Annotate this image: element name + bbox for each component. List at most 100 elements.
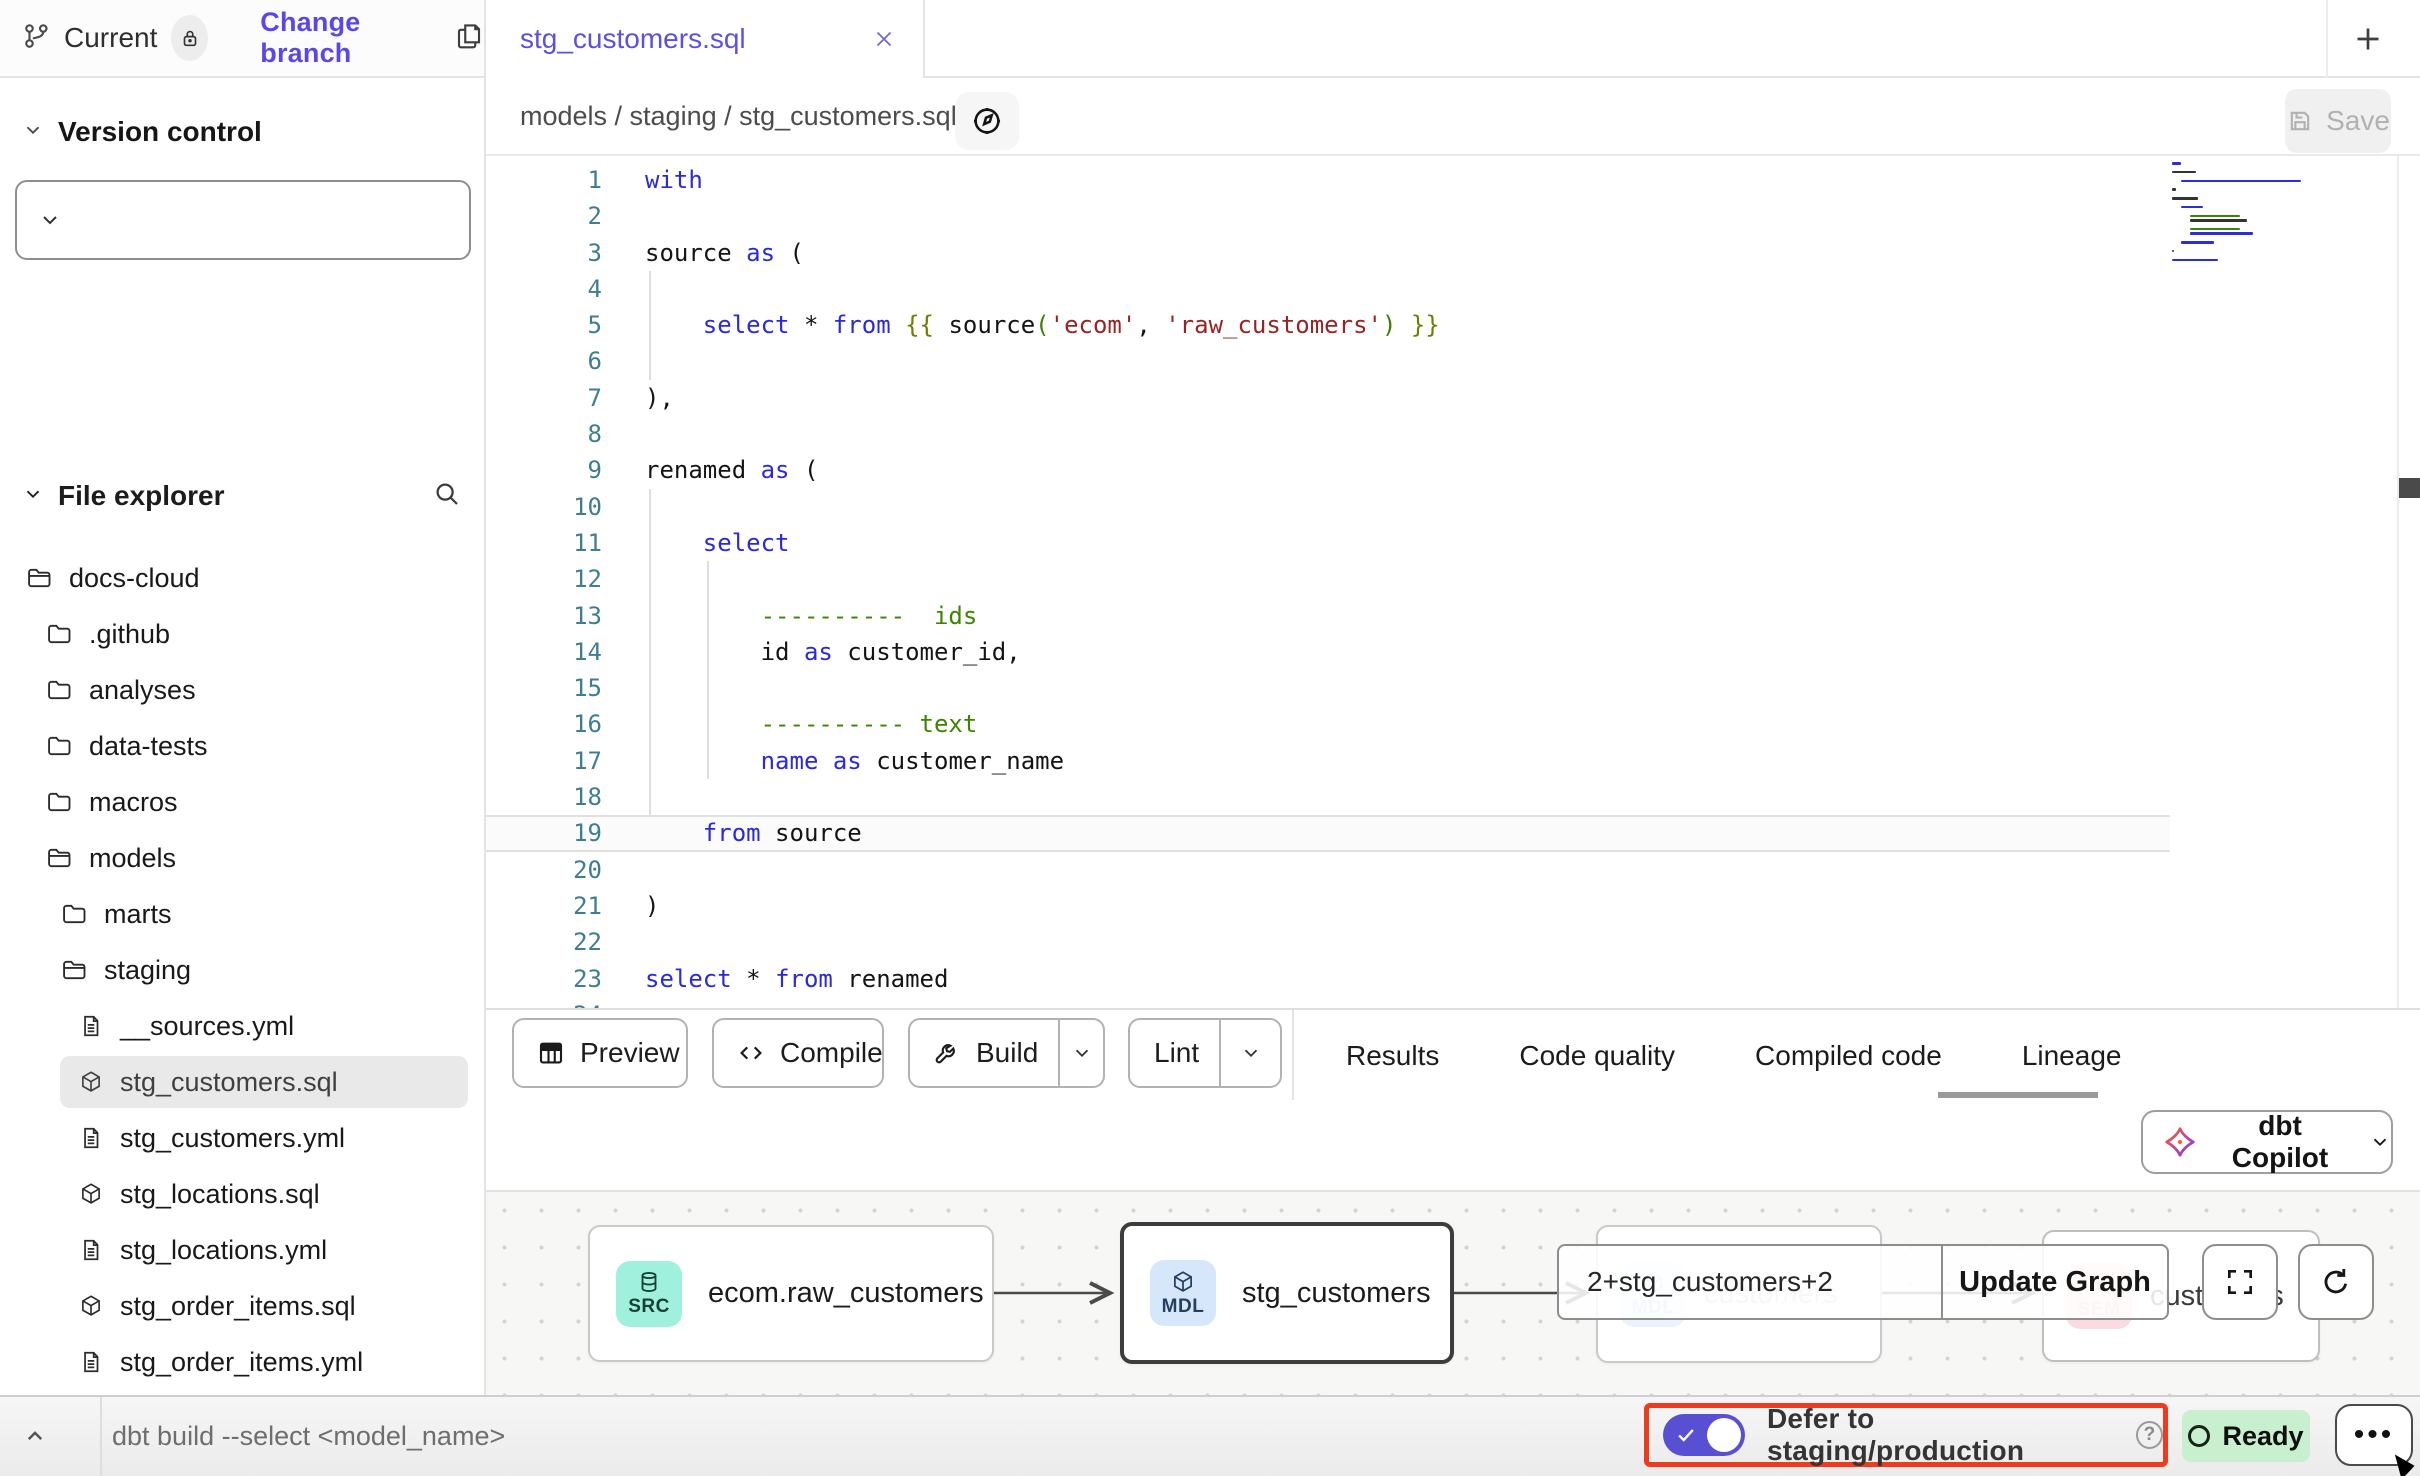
code-line-24[interactable]: 24 xyxy=(486,997,2170,1008)
change-branch-link[interactable]: Change branch xyxy=(260,7,420,69)
code-editor[interactable]: 1with23source as (45 select * from {{ so… xyxy=(486,156,2420,1008)
file-item-docs-cloud[interactable]: docs-cloud xyxy=(0,550,484,606)
code-line-2[interactable]: 2 xyxy=(486,198,2170,234)
code-line-6[interactable]: 6 xyxy=(486,343,2170,379)
lint-button[interactable]: Lint xyxy=(1128,1018,1282,1088)
close-tab-icon[interactable] xyxy=(871,26,897,52)
file-item-macros[interactable]: macros xyxy=(0,774,484,830)
tab-stg-customers-sql[interactable]: stg_customers.sql xyxy=(486,0,925,78)
file-item-stg-customers-yml[interactable]: stg_customers.yml xyxy=(0,1110,484,1166)
code-line-22[interactable]: 22 xyxy=(486,924,2170,960)
search-icon[interactable] xyxy=(432,479,462,514)
file-item-staging[interactable]: staging xyxy=(0,942,484,998)
file-item-analyses[interactable]: analyses xyxy=(0,662,484,718)
save-label: Save xyxy=(2326,105,2390,137)
code-line-21[interactable]: 21) xyxy=(486,888,2170,924)
minimap-line xyxy=(2181,241,2214,244)
code-line-16[interactable]: 16 ---------- text xyxy=(486,706,2170,742)
code-line-5[interactable]: 5 select * from {{ source('ecom', 'raw_c… xyxy=(486,307,2170,343)
code-line-23[interactable]: 23select * from renamed xyxy=(486,961,2170,997)
create-branch-dropdown[interactable] xyxy=(17,182,83,258)
editor-toolbar: Preview Compile Build Lint xyxy=(486,1008,2420,1100)
code-line-11[interactable]: 11 select xyxy=(486,525,2170,561)
lineage-node-stg-customers[interactable]: MDL stg_customers xyxy=(1120,1222,1454,1364)
indent-guide xyxy=(649,271,651,380)
build-label: Build xyxy=(976,1037,1038,1069)
file-item-label: analyses xyxy=(89,675,196,706)
build-dropdown[interactable] xyxy=(1058,1020,1103,1086)
line-source: with xyxy=(645,162,703,198)
editor-scrollbar[interactable] xyxy=(2397,156,2420,1008)
line-number: 14 xyxy=(486,634,602,670)
file-item-models[interactable]: models xyxy=(0,830,484,886)
file-item-stg-order-items-yml[interactable]: stg_order_items.yml xyxy=(0,1334,484,1390)
file-item-stg-locations-yml[interactable]: stg_locations.yml xyxy=(0,1222,484,1278)
file-item-stg-customers-sql[interactable]: stg_customers.sql xyxy=(0,1054,484,1110)
code-line-3[interactable]: 3source as ( xyxy=(486,235,2170,271)
command-input[interactable]: dbt build --select <model_name> xyxy=(112,1421,505,1452)
compile-button[interactable]: Compile xyxy=(712,1018,884,1088)
update-graph-button[interactable]: Update Graph xyxy=(1943,1246,2167,1318)
code-line-7[interactable]: 7), xyxy=(486,380,2170,416)
minimap-line xyxy=(2172,202,2298,205)
file-item-stg-locations-sql[interactable]: stg_locations.sql xyxy=(0,1166,484,1222)
copy-branch-icon[interactable] xyxy=(454,21,484,56)
tab-code-quality[interactable]: Code quality xyxy=(1511,1040,1683,1072)
code-line-13[interactable]: 13 ---------- ids xyxy=(486,598,2170,634)
minimap-line xyxy=(2190,219,2247,222)
line-number: 22 xyxy=(486,924,602,960)
file-item-stg-order-items-sql[interactable]: stg_order_items.sql xyxy=(0,1278,484,1334)
chevron-up-icon[interactable] xyxy=(20,1421,50,1456)
new-tab-button[interactable] xyxy=(2338,16,2398,62)
file-item-label: marts xyxy=(104,899,172,930)
help-icon[interactable]: ? xyxy=(2136,1421,2163,1449)
code-line-20[interactable]: 20 xyxy=(486,852,2170,888)
file-item-data-tests[interactable]: data-tests xyxy=(0,718,484,774)
build-button[interactable]: Build xyxy=(908,1018,1105,1088)
lint-dropdown[interactable] xyxy=(1219,1020,1280,1086)
lock-icon xyxy=(179,27,201,49)
code-line-14[interactable]: 14 id as customer_id, xyxy=(486,634,2170,670)
create-branch-button[interactable]: Create branch xyxy=(15,180,471,260)
line-number: 17 xyxy=(486,743,602,779)
file-item-marts[interactable]: marts xyxy=(0,886,484,942)
fullscreen-button[interactable] xyxy=(2202,1244,2278,1320)
defer-toggle[interactable] xyxy=(1663,1414,1745,1456)
code-line-4[interactable]: 4 xyxy=(486,271,2170,307)
node-label: stg_customers xyxy=(1242,1277,1431,1310)
preview-button[interactable]: Preview xyxy=(512,1018,688,1088)
lineage-canvas[interactable]: SRC ecom.raw_customers MDL stg_customers… xyxy=(486,1190,2420,1395)
model-icon xyxy=(78,1069,104,1095)
tab-results[interactable]: Results xyxy=(1338,1040,1447,1072)
dbt-copilot-button[interactable]: dbt Copilot xyxy=(2141,1110,2393,1174)
code-line-8[interactable]: 8 xyxy=(486,416,2170,452)
code-line-18[interactable]: 18 xyxy=(486,779,2170,815)
file-item--sources-yml[interactable]: __sources.yml xyxy=(0,998,484,1054)
lineage-selector-input[interactable]: 2+stg_customers+2 xyxy=(1559,1246,1943,1318)
minimap-line xyxy=(2172,184,2298,187)
code-line-10[interactable]: 10 xyxy=(486,489,2170,525)
compass-icon[interactable] xyxy=(955,92,1019,150)
file-item-label: .github xyxy=(89,619,170,650)
save-button[interactable]: Save xyxy=(2285,89,2391,153)
tab-compiled-code[interactable]: Compiled code xyxy=(1747,1040,1950,1072)
line-source: ), xyxy=(645,380,674,416)
code-line-15[interactable]: 15 xyxy=(486,670,2170,706)
dbt-copilot-label: dbt Copilot xyxy=(2211,1110,2349,1174)
code-line-17[interactable]: 17 name as customer_name xyxy=(486,743,2170,779)
code-line-12[interactable]: 12 xyxy=(486,561,2170,597)
code-line-1[interactable]: 1with xyxy=(486,162,2170,198)
line-number: 24 xyxy=(486,997,602,1008)
code-line-19[interactable]: 19 from source xyxy=(486,815,2170,851)
file-explorer-header[interactable]: File explorer xyxy=(0,464,484,528)
version-control-header[interactable]: Version control xyxy=(0,102,484,162)
lineage-node-source[interactable]: SRC ecom.raw_customers xyxy=(588,1225,994,1362)
refresh-button[interactable] xyxy=(2298,1244,2374,1320)
minimap[interactable] xyxy=(2172,162,2298,267)
file-item--github[interactable]: .github xyxy=(0,606,484,662)
code-line-9[interactable]: 9renamed as ( xyxy=(486,452,2170,488)
scrollbar-thumb[interactable] xyxy=(2399,478,2420,498)
file-item-label: macros xyxy=(89,787,178,818)
git-branch-icon xyxy=(22,21,52,56)
tab-lineage[interactable]: Lineage xyxy=(2014,1040,2130,1072)
